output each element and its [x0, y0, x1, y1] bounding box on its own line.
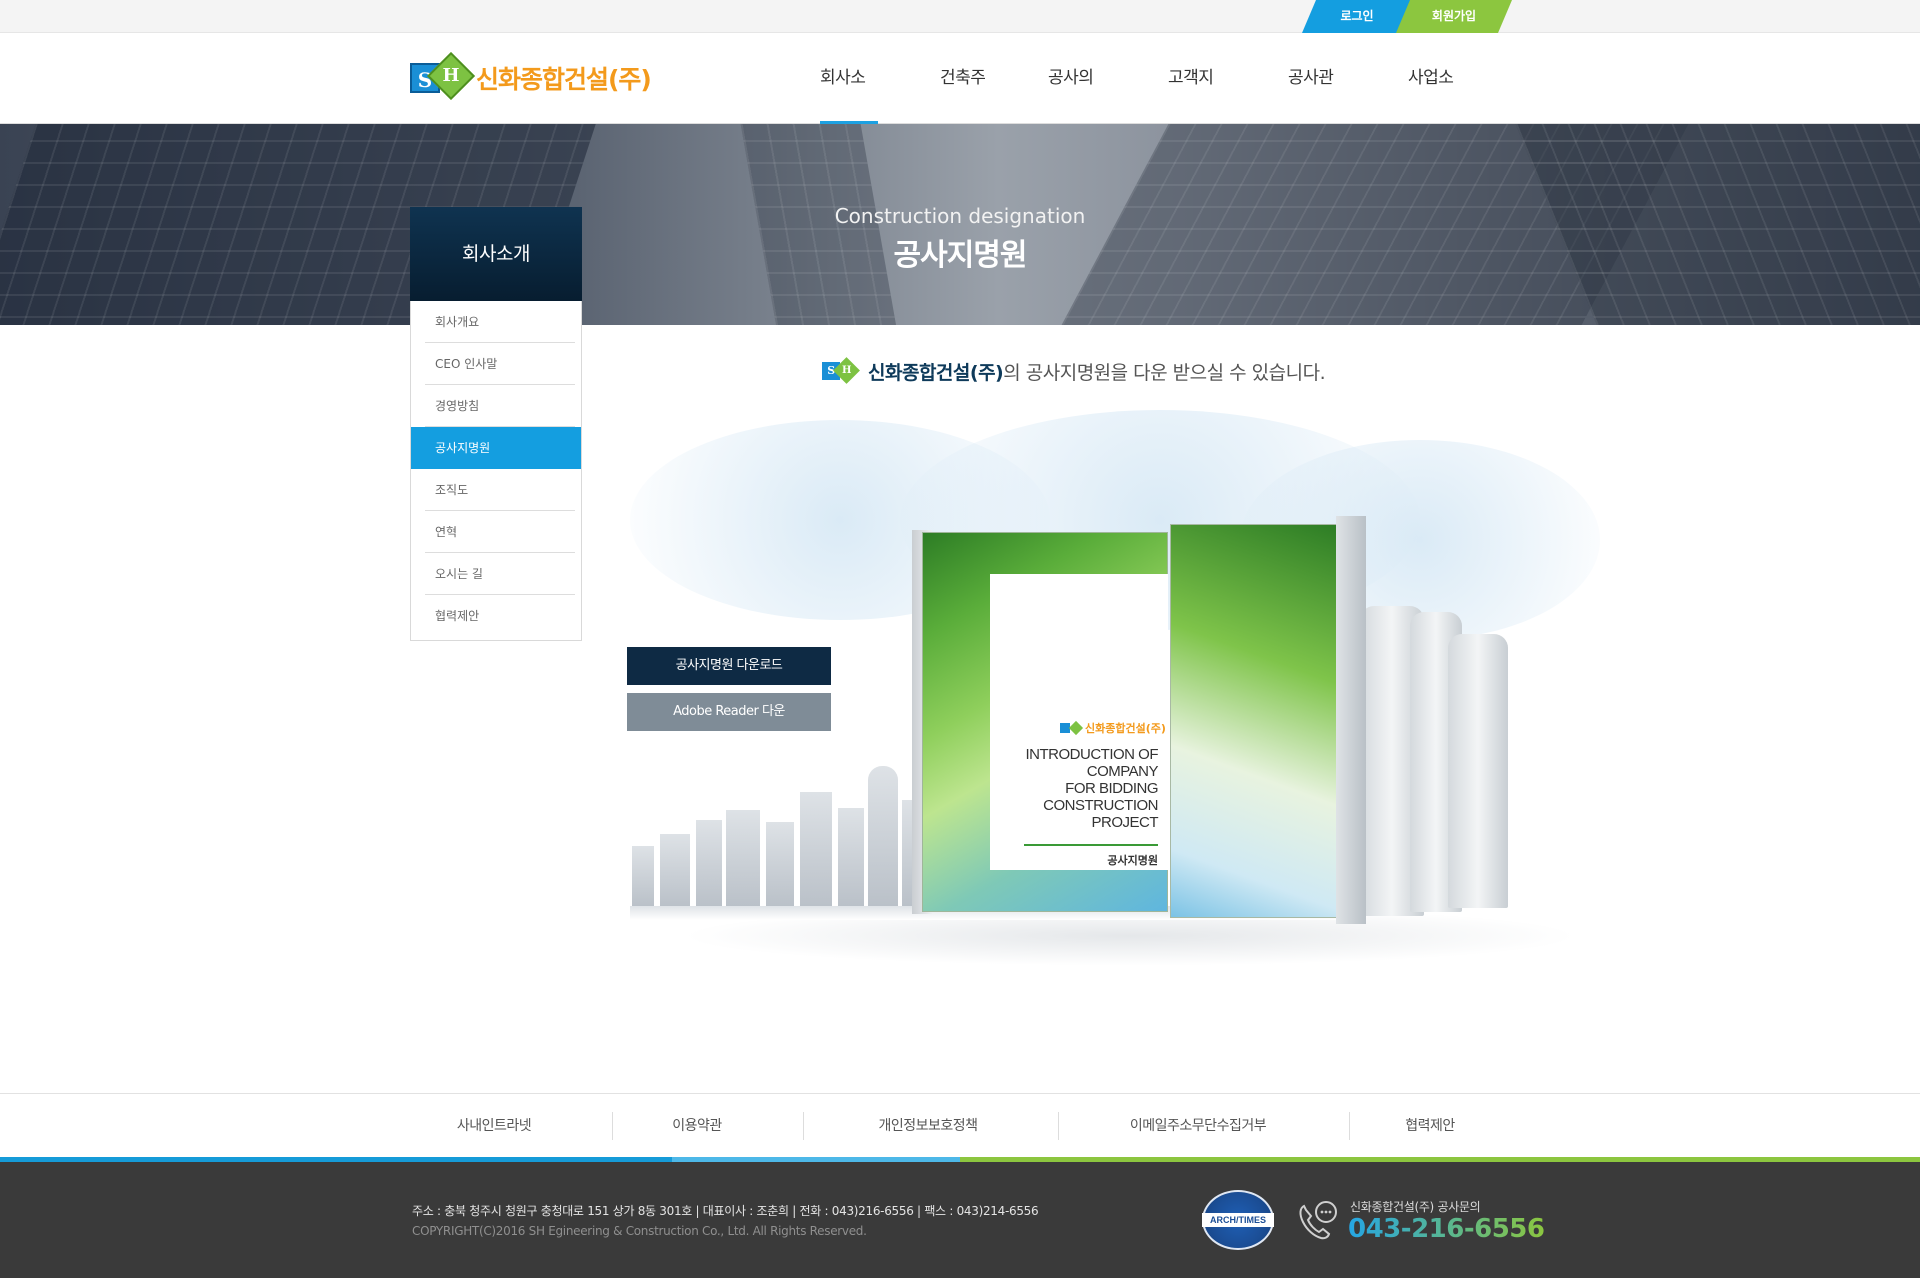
- mini-logo-h: H: [842, 365, 851, 376]
- city-building: [696, 820, 722, 906]
- footer-link-terms[interactable]: 이용약관: [632, 1112, 762, 1140]
- city-building: [838, 808, 864, 906]
- footer-divider: [1058, 1112, 1059, 1140]
- nav-request[interactable]: 공사의뢰: [1048, 33, 1106, 179]
- book-title-line: FOR BIDDING: [1065, 780, 1158, 797]
- city-building: [632, 846, 654, 906]
- nav-company[interactable]: 회사소개: [820, 33, 878, 179]
- side-menu-item-ceo[interactable]: CEO 인사말: [411, 343, 581, 385]
- sh-logo-icon: S H: [822, 357, 860, 384]
- side-menu: 회사개요 CEO 인사말 경영방침 공사지명원 조직도 연혁 오시는 길 협력제…: [410, 301, 582, 641]
- adobe-reader-download-button[interactable]: Adobe Reader 다운: [627, 693, 831, 731]
- site-header: S H 신화종합건설(주) 회사소개 건축주 공사의뢰 고객지원 공사관리 사업…: [0, 33, 1920, 179]
- main-navigation: 회사소개 건축주 공사의뢰 고객지원 공사관리 사업소개: [820, 33, 1466, 179]
- book-title-line: COMPANY: [1086, 763, 1159, 780]
- book-title-line: INTRODUCTION OF: [1025, 746, 1159, 763]
- banner-subtitle: Construction designation: [834, 204, 1086, 228]
- side-menu-item-policy[interactable]: 경영방침: [411, 385, 581, 427]
- contact-label: 신화종합건설(주) 공사문의: [1350, 1200, 1481, 1214]
- book-page-edge: [1336, 516, 1366, 924]
- footer-link-partnership[interactable]: 협력제안: [1370, 1112, 1490, 1140]
- nav-client[interactable]: 건축주: [940, 33, 986, 124]
- intro-brand: 신화종합건설(주): [868, 361, 1004, 384]
- nav-support[interactable]: 고객지원: [1168, 33, 1226, 179]
- nav-business[interactable]: 사업소개: [1408, 33, 1466, 179]
- phone-chat-icon: [1299, 1201, 1337, 1240]
- side-menu-title: 회사소개: [410, 207, 582, 301]
- book-logo-text: 신화종합건설(주): [1085, 722, 1166, 735]
- city-building: [726, 810, 760, 906]
- logo-mark-h: H: [442, 65, 460, 86]
- intro-text: S H 신화종합건설(주) 의 공사지명원을 다운 받으실 수 있습니다.: [822, 356, 1326, 386]
- stacked-paper: [1448, 634, 1508, 908]
- nav-management[interactable]: 공사관리: [1288, 33, 1346, 179]
- company-address: 주소 : 충북 청주시 청원구 충청대로 151 상가 8동 301호 | 대표…: [412, 1204, 1039, 1218]
- book-title-line: PROJECT: [1091, 814, 1158, 831]
- book-title-line: CONSTRUCTION: [1043, 797, 1158, 814]
- page-banner: Construction designation 공사지명원: [0, 124, 1920, 325]
- download-brochure-button[interactable]: 공사지명원 다운로드: [627, 647, 831, 685]
- side-menu-item-location[interactable]: 오시는 길: [411, 553, 581, 595]
- site-logo[interactable]: S H 신화종합건설(주): [410, 51, 652, 101]
- login-button[interactable]: 로그인: [1302, 0, 1412, 33]
- city-building: [868, 766, 898, 906]
- footer-link-intranet[interactable]: 사내인트라넷: [414, 1112, 574, 1140]
- city-building: [660, 834, 690, 906]
- city-building: [766, 822, 794, 906]
- join-button[interactable]: 회원가입: [1396, 0, 1512, 33]
- site-footer: 주소 : 충북 청주시 청원구 충청대로 151 상가 8동 301호 | 대표…: [0, 1162, 1920, 1278]
- footer-link-email-policy[interactable]: 이메일주소무단수집거부: [1090, 1112, 1306, 1140]
- seal-label: ARCH/TIMES: [1202, 1213, 1274, 1227]
- logo-text: 신화종합건설(주): [476, 65, 652, 94]
- copyright: COPYRIGHT(C)2016 SH Egineering & Constru…: [412, 1224, 867, 1238]
- top-utility-bar: 로그인 회원가입: [0, 0, 1920, 33]
- footer-navigation: 사내인트라넷 이용약관 개인정보보호정책 이메일주소무단수집거부 협력제안: [0, 1093, 1920, 1157]
- book-right-page: [1170, 524, 1338, 918]
- side-menu-item-overview[interactable]: 회사개요: [411, 301, 581, 343]
- intro-message: 의 공사지명원을 다운 받으실 수 있습니다.: [1003, 361, 1326, 384]
- footer-divider: [803, 1112, 804, 1140]
- footer-link-privacy[interactable]: 개인정보보호정책: [840, 1112, 1016, 1140]
- book-cover-title: INTRODUCTION OF COMPANY FOR BIDDING CONS…: [1000, 746, 1159, 831]
- book-cover-caption: 공사지명원: [1107, 854, 1158, 867]
- side-menu-item-partnership[interactable]: 협력제안: [411, 595, 581, 637]
- banner-title: 공사지명원: [893, 238, 1028, 273]
- footer-divider: [612, 1112, 613, 1140]
- side-menu-item-organization[interactable]: 조직도: [411, 469, 581, 511]
- book-logo-h-icon: [1068, 720, 1084, 736]
- footer-divider: [1349, 1112, 1350, 1140]
- book-cover-logo: 신화종합건설(주): [1060, 720, 1166, 736]
- book-cover-rule: [1024, 844, 1158, 846]
- city-building: [800, 792, 832, 906]
- side-menu-item-history[interactable]: 연혁: [411, 511, 581, 553]
- contact-phone-number[interactable]: 043-216-6556: [1348, 1214, 1545, 1244]
- side-menu-item-designation[interactable]: 공사지명원: [411, 427, 581, 469]
- logo-mark-icon: S H: [410, 51, 476, 101]
